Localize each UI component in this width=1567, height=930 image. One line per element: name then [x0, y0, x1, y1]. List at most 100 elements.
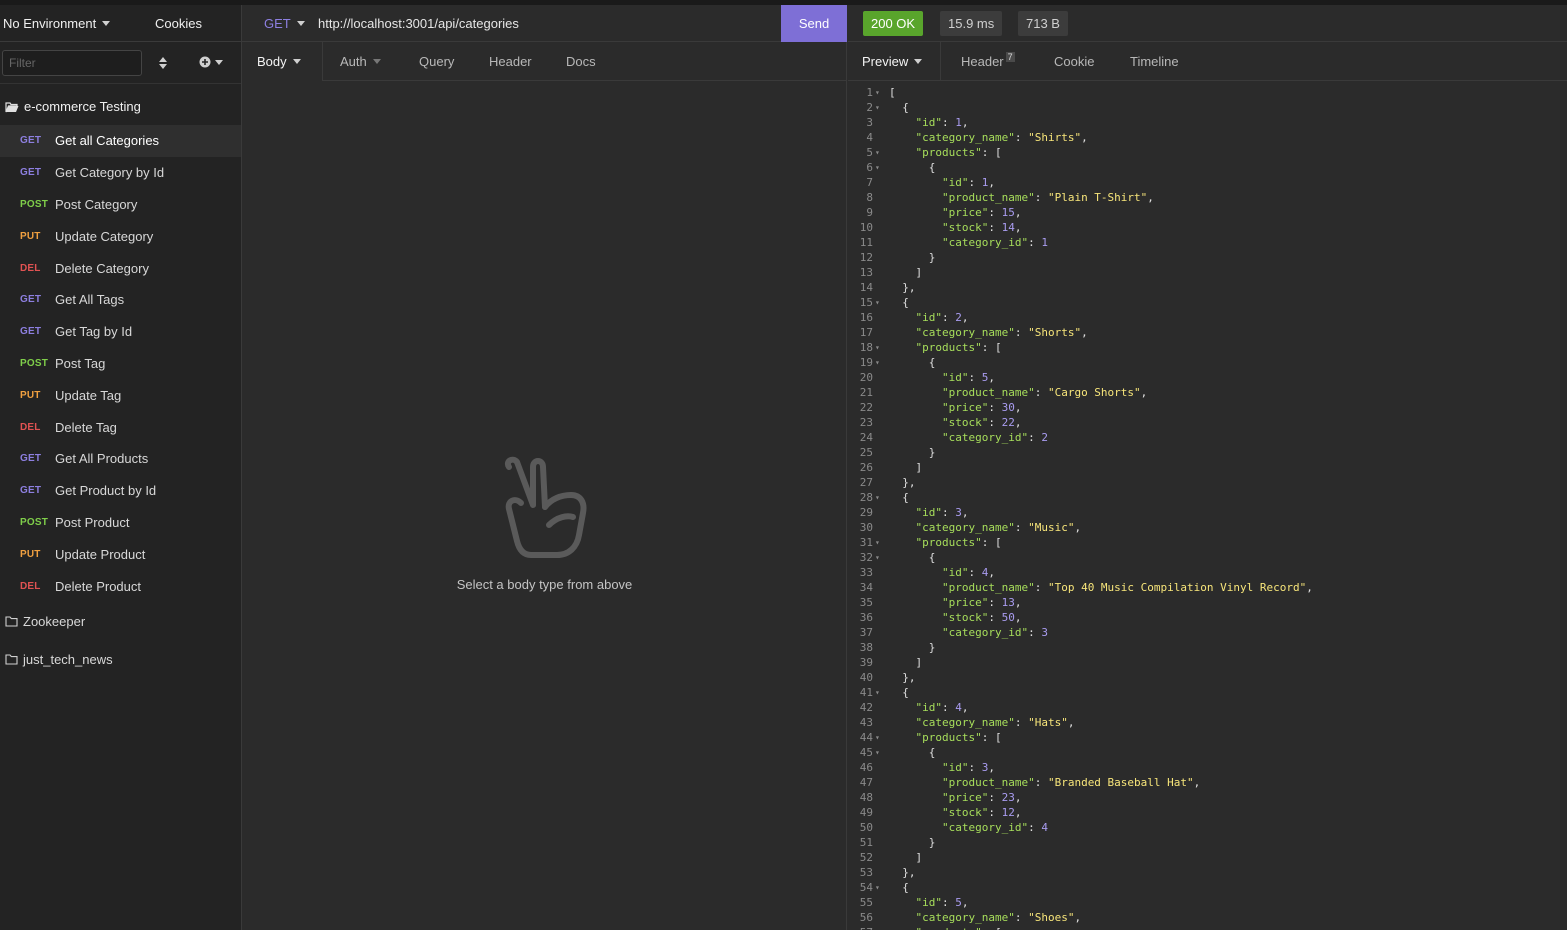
- code-text: "price": 13,: [941, 596, 1022, 609]
- sidebar-request-item[interactable]: GET Get Category by Id: [0, 157, 241, 189]
- sidebar-request-item[interactable]: PUT Update Product: [0, 538, 241, 570]
- environment-selector[interactable]: No Environment: [3, 16, 111, 31]
- send-button[interactable]: Send: [781, 5, 847, 42]
- code-line: 34 "product_name": "Top 40 Music Compila…: [848, 580, 1567, 595]
- fold-arrow-icon: [873, 580, 889, 595]
- fold-arrow-icon: [873, 430, 889, 445]
- tab-header[interactable]: Header: [489, 54, 532, 69]
- code-text: }: [889, 641, 936, 654]
- code-text: "category_id": 1: [941, 236, 1048, 249]
- fold-arrow-icon: [873, 460, 889, 475]
- sidebar-request-item[interactable]: PUT Update Tag: [0, 379, 241, 411]
- chevron-down-icon: [372, 59, 381, 64]
- sidebar-request-item[interactable]: GET Get Tag by Id: [0, 316, 241, 348]
- url-input[interactable]: http://localhost:3001/api/categories: [318, 16, 519, 31]
- fold-arrow-icon[interactable]: ▾: [873, 145, 889, 160]
- code-text: "id": 5,: [941, 371, 995, 384]
- line-number: 5: [866, 146, 873, 159]
- fold-arrow-icon[interactable]: ▾: [873, 85, 889, 100]
- tab-body[interactable]: Body: [257, 54, 301, 69]
- sidebar-request-item[interactable]: GET Get Product by Id: [0, 475, 241, 507]
- sidebar-request-item[interactable]: DEL Delete Product: [0, 570, 241, 602]
- cookies-button[interactable]: Cookies: [155, 16, 202, 31]
- code-text: "stock": 22,: [941, 416, 1022, 429]
- sidebar-request-item[interactable]: DEL Delete Category: [0, 252, 241, 284]
- fold-arrow-icon: [873, 775, 889, 790]
- request-method-badge: DEL: [20, 421, 41, 433]
- tab-query[interactable]: Query: [419, 54, 454, 69]
- code-line: 30 "category_name": "Music",: [848, 520, 1567, 535]
- fold-arrow-icon: [873, 715, 889, 730]
- chevron-down-icon: [292, 59, 301, 64]
- fold-arrow-icon[interactable]: ▾: [873, 745, 889, 760]
- code-text: "products": [: [915, 146, 1002, 159]
- tab-auth[interactable]: Auth: [340, 54, 381, 69]
- code-text: {: [889, 551, 936, 564]
- fold-arrow-icon[interactable]: ▾: [873, 340, 889, 355]
- code-text: "products": [: [915, 341, 1002, 354]
- fold-arrow-icon[interactable]: ▾: [873, 880, 889, 895]
- fold-arrow-icon[interactable]: ▾: [873, 535, 889, 550]
- line-number: 25: [859, 446, 873, 459]
- tab-response-header[interactable]: Header 7: [961, 51, 1015, 69]
- code-line: 14 },: [848, 280, 1567, 295]
- sidebar-request-item[interactable]: GET Get all Categories: [0, 125, 241, 157]
- tab-timeline[interactable]: Timeline: [1130, 54, 1179, 69]
- sidebar-request-item[interactable]: POST Post Tag: [0, 348, 241, 380]
- code-line: 47 "product_name": "Branded Baseball Hat…: [848, 775, 1567, 790]
- line-number: 45: [859, 746, 873, 759]
- code-text: }: [889, 446, 936, 459]
- sidebar-request-item[interactable]: PUT Update Category: [0, 220, 241, 252]
- fold-arrow-icon: [873, 790, 889, 805]
- fold-arrow-icon: [873, 760, 889, 775]
- fold-arrow-icon: [873, 130, 889, 145]
- code-text: "stock": 12,: [941, 806, 1022, 819]
- add-request-button[interactable]: [199, 56, 223, 68]
- code-line: 19 ▾ {: [848, 355, 1567, 370]
- filter-input[interactable]: [2, 50, 142, 76]
- line-number: 4: [866, 131, 873, 144]
- code-line: 8 "product_name": "Plain T-Shirt",: [848, 190, 1567, 205]
- chevron-down-icon: [296, 21, 305, 26]
- line-number: 15: [859, 296, 873, 309]
- fold-arrow-icon[interactable]: ▾: [873, 355, 889, 370]
- sidebar-request-item[interactable]: GET Get All Tags: [0, 284, 241, 316]
- code-line: 27 },: [848, 475, 1567, 490]
- fold-arrow-icon[interactable]: ▾: [873, 100, 889, 115]
- fold-arrow-icon: [873, 190, 889, 205]
- sidebar-request-item[interactable]: POST Post Category: [0, 189, 241, 221]
- line-number: 56: [859, 911, 873, 924]
- code-text: },: [889, 866, 916, 879]
- fold-arrow-icon[interactable]: ▾: [873, 160, 889, 175]
- code-text: "category_name": "Music",: [915, 521, 1082, 534]
- tab-label: Body: [257, 54, 287, 69]
- request-method-badge: GET: [20, 326, 42, 338]
- code-line: 25 }: [848, 445, 1567, 460]
- fold-arrow-icon[interactable]: ▾: [873, 550, 889, 565]
- tab-cookie[interactable]: Cookie: [1054, 54, 1094, 69]
- line-number: 54: [859, 881, 873, 894]
- code-text: "id": 1,: [941, 176, 995, 189]
- folder-zookeeper[interactable]: Zookeeper: [5, 614, 85, 629]
- fold-arrow-icon[interactable]: ▾: [873, 685, 889, 700]
- fold-arrow-icon: [873, 175, 889, 190]
- sort-icon[interactable]: [158, 56, 168, 70]
- response-json-viewer[interactable]: 1 ▾[2 ▾ {3 "id": 1, 4 "category_name": "Shi…: [848, 85, 1567, 930]
- folder-ecommerce-testing[interactable]: e-commerce Testing: [5, 99, 141, 114]
- line-number: 35: [859, 596, 873, 609]
- method-selector[interactable]: GET: [264, 16, 305, 31]
- fold-arrow-icon[interactable]: ▾: [873, 295, 889, 310]
- sidebar-request-item[interactable]: DEL Delete Tag: [0, 411, 241, 443]
- code-line: 6 ▾ {: [848, 160, 1567, 175]
- code-line: 38 }: [848, 640, 1567, 655]
- code-line: 49 "stock": 12,: [848, 805, 1567, 820]
- code-line: 44 ▾ "products": [: [848, 730, 1567, 745]
- tab-preview[interactable]: Preview: [862, 54, 923, 69]
- tab-docs[interactable]: Docs: [566, 54, 596, 69]
- fold-arrow-icon[interactable]: ▾: [873, 490, 889, 505]
- sidebar-request-item[interactable]: GET Get All Products: [0, 443, 241, 475]
- line-number: 47: [859, 776, 873, 789]
- fold-arrow-icon[interactable]: ▾: [873, 730, 889, 745]
- folder-just-tech-news[interactable]: just_tech_news: [5, 652, 113, 667]
- sidebar-request-item[interactable]: POST Post Product: [0, 507, 241, 539]
